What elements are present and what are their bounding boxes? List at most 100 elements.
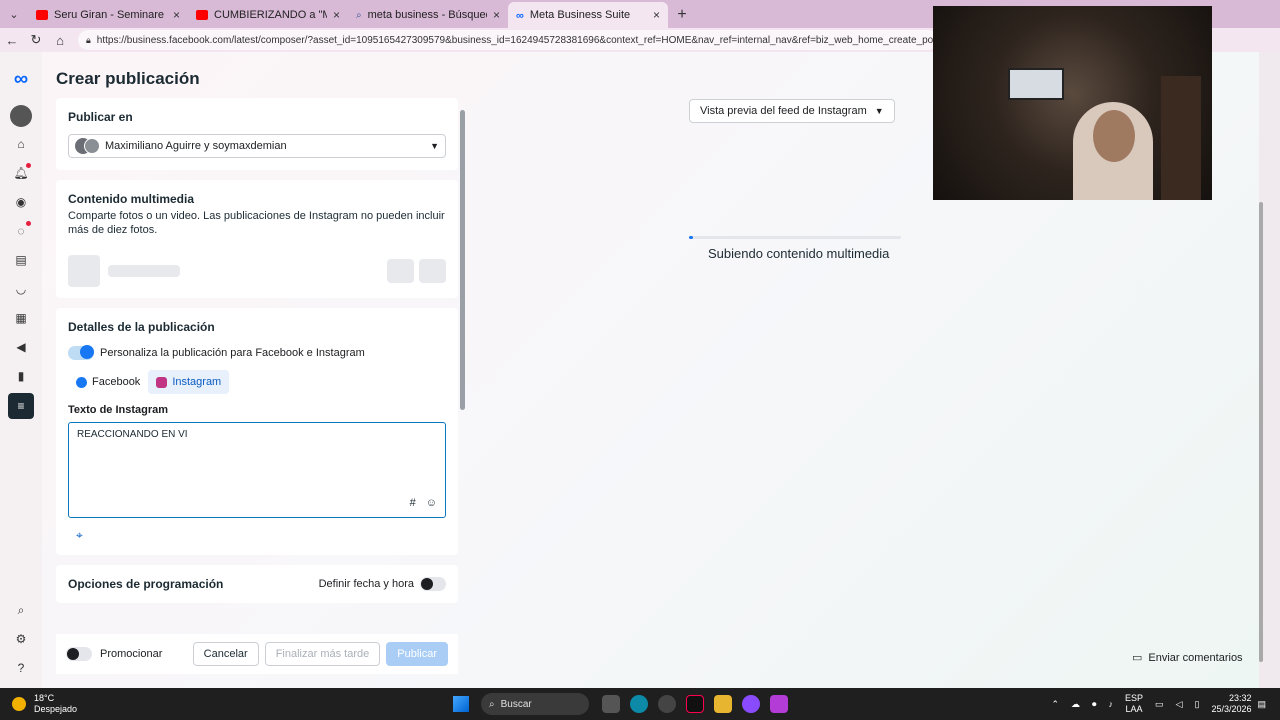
- settings-gear-icon[interactable]: ⚙: [9, 627, 33, 651]
- monetize-icon[interactable]: ◡: [9, 277, 33, 301]
- edge-icon[interactable]: [630, 695, 648, 713]
- back-icon[interactable]: ←: [0, 28, 24, 52]
- new-tab-icon[interactable]: +: [668, 2, 696, 28]
- notification-dot: [26, 163, 31, 168]
- chevron-up-icon[interactable]: ⌃: [1051, 699, 1059, 710]
- language-indicator[interactable]: ESP LAA: [1125, 693, 1143, 715]
- browser-tab[interactable]: CUMBIERIZANDO a "Maria Becerr ×: [188, 2, 348, 28]
- search-icon: ⌕: [489, 698, 495, 710]
- folder-icon[interactable]: [714, 695, 732, 713]
- instagram-text-value: REACCIONANDO EN VI: [77, 429, 188, 440]
- browser-tab[interactable]: Seru Giran - Seminare - Karaoke l ×: [28, 2, 188, 28]
- inbox-icon[interactable]: ◌: [9, 219, 33, 243]
- customize-toggle[interactable]: [68, 345, 94, 360]
- preview-selector-label: Vista previa del feed de Instagram: [700, 105, 867, 117]
- publish-in-card: Publicar en Maximiliano Aguirre y soymax…: [56, 98, 458, 170]
- promote-label: Promocionar: [100, 648, 163, 660]
- all-tools-menu-icon[interactable]: ≡: [8, 393, 34, 419]
- compass-icon[interactable]: ◉: [9, 190, 33, 214]
- meta-logo-icon[interactable]: ∞: [14, 68, 28, 91]
- location-pin-icon[interactable]: ⌖: [68, 528, 446, 543]
- network-icon[interactable]: ▭: [1155, 699, 1164, 710]
- lang-line2: LAA: [1125, 704, 1143, 714]
- home-icon[interactable]: ⌂: [48, 28, 72, 52]
- publish-button[interactable]: Publicar: [386, 642, 448, 666]
- cancel-button[interactable]: Cancelar: [192, 642, 259, 666]
- url-field[interactable]: 🔒︎ https://business.facebook.com/latest/…: [78, 30, 938, 50]
- account-avatar[interactable]: [10, 105, 32, 127]
- notifications-icon[interactable]: ▤: [1257, 699, 1266, 710]
- taskbar-search-label: Buscar: [500, 698, 532, 710]
- webcam-tv: [1008, 68, 1064, 100]
- os-taskbar: 18°C Despejado ⌕ Buscar ⌃ ☁ ⏺ ♪ ESP LAA …: [0, 688, 1280, 720]
- account-selector[interactable]: Maximiliano Aguirre y soymaxdemian ▼: [68, 134, 446, 158]
- close-icon[interactable]: ×: [173, 8, 180, 22]
- promote-toggle[interactable]: [66, 647, 92, 661]
- speaker-icon[interactable]: ◁: [1176, 699, 1183, 710]
- media-card: Contenido multimedia Comparte fotos o un…: [56, 180, 458, 298]
- instagram-text-input[interactable]: REACCIONANDO EN VI # ☺: [68, 422, 446, 518]
- tab-instagram[interactable]: Instagram: [148, 370, 230, 394]
- tab-menu-icon[interactable]: ⌄: [0, 0, 28, 28]
- battery-icon[interactable]: ▯: [1194, 699, 1199, 710]
- notifications-icon[interactable]: 🔔︎: [9, 161, 33, 185]
- youtube-icon: [196, 10, 208, 20]
- content-icon[interactable]: ▤: [9, 248, 33, 272]
- webcam-overlay: [933, 6, 1212, 200]
- clock[interactable]: 23:32 25/3/2026: [1211, 693, 1251, 715]
- close-icon[interactable]: ×: [493, 8, 500, 22]
- app-icon[interactable]: [658, 695, 676, 713]
- feedback-icon: ▭: [1132, 652, 1143, 664]
- youtube-icon: [36, 10, 48, 20]
- scrollbar-thumb[interactable]: [460, 110, 465, 410]
- windows-start-icon[interactable]: [453, 696, 469, 712]
- file-explorer-icon[interactable]: [602, 695, 620, 713]
- tab-facebook[interactable]: Facebook: [68, 370, 148, 394]
- search-icon: ⌕: [356, 10, 362, 21]
- text-tools: # ☺: [400, 497, 437, 509]
- emoji-icon[interactable]: ☺: [426, 497, 437, 509]
- tab-label: CUMBIERIZANDO a "Maria Becerr: [214, 9, 327, 21]
- weather-widget[interactable]: 18°C Despejado: [12, 693, 77, 715]
- notification-dot: [26, 221, 31, 226]
- home-icon[interactable]: ⌂: [9, 132, 33, 156]
- post-details-card: Detalles de la publicación Personaliza l…: [56, 308, 458, 555]
- insights-icon[interactable]: ▮: [9, 364, 33, 388]
- close-icon[interactable]: ×: [653, 8, 660, 22]
- hashtag-icon[interactable]: #: [410, 497, 416, 509]
- scheduling-card: Opciones de programación Definir fecha y…: [56, 565, 458, 603]
- send-feedback-link[interactable]: ▭ Enviar comentarios: [1132, 651, 1243, 665]
- tab-label: Meta Business Suite: [529, 9, 631, 21]
- skeleton-line: [108, 265, 180, 277]
- page-scrollbar[interactable]: [1259, 52, 1280, 688]
- cloud-icon[interactable]: ☁: [1071, 699, 1080, 710]
- reload-icon[interactable]: ↻: [24, 28, 48, 52]
- calendar-icon[interactable]: ▦: [9, 306, 33, 330]
- composer-scrollbar[interactable]: [460, 100, 465, 620]
- lock-icon: 🔒︎: [86, 34, 91, 45]
- composer-panel: Publicar en Maximiliano Aguirre y soymax…: [56, 98, 458, 668]
- video-editor-icon[interactable]: [770, 695, 788, 713]
- tiktok-icon[interactable]: [686, 695, 704, 713]
- customize-label: Personaliza la publicación para Facebook…: [100, 347, 365, 359]
- preview-selector[interactable]: Vista previa del feed de Instagram ▼: [689, 99, 895, 123]
- taskbar-search[interactable]: ⌕ Buscar: [481, 693, 589, 715]
- set-date-toggle[interactable]: [420, 577, 446, 591]
- left-nav-rail: ∞ ⌂ 🔔︎ ◉ ◌ ▤ ◡ ▦ ◀ ▮ ≡ ⌕ ⚙ ?: [0, 52, 42, 688]
- set-date-label: Definir fecha y hora: [318, 578, 414, 590]
- media-player-icon[interactable]: [742, 695, 760, 713]
- clock-date: 25/3/2026: [1211, 704, 1252, 714]
- help-icon[interactable]: ?: [9, 656, 33, 680]
- skeleton-button: [419, 259, 446, 283]
- browser-tab[interactable]: ⌕ meta business - Búsqueda ×: [348, 2, 508, 28]
- microphone-icon[interactable]: ⏺: [1092, 699, 1097, 710]
- scrollbar-thumb[interactable]: [1259, 202, 1263, 662]
- finish-later-button[interactable]: Finalizar más tarde: [264, 642, 381, 666]
- volume-icon[interactable]: ♪: [1109, 699, 1114, 709]
- chevron-down-icon: ▼: [430, 141, 439, 151]
- ads-megaphone-icon[interactable]: ◀: [9, 335, 33, 359]
- close-icon[interactable]: ×: [333, 8, 340, 22]
- instagram-text-label: Texto de Instagram: [68, 404, 169, 416]
- search-icon[interactable]: ⌕: [9, 598, 33, 622]
- browser-tab-active[interactable]: ∞ Meta Business Suite ×: [508, 2, 668, 28]
